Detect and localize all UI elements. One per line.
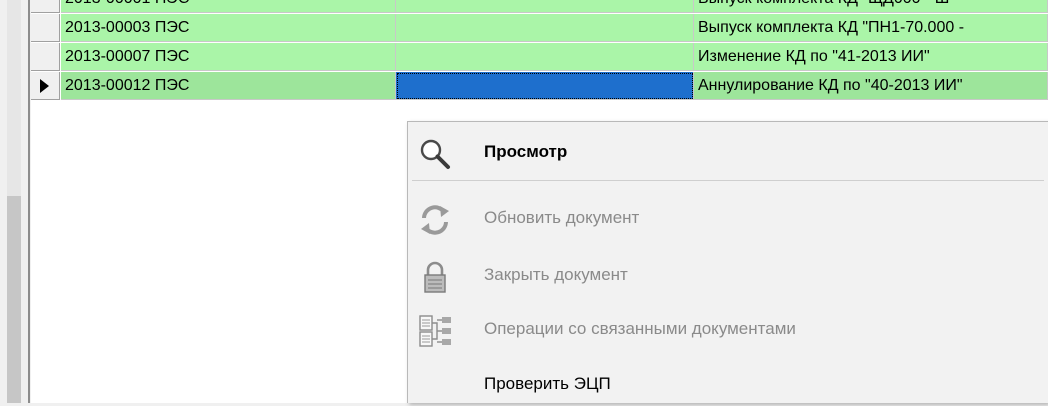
row-indicator[interactable] bbox=[31, 72, 60, 100]
table-row-selected[interactable]: 2013-00012 ПЭС Аннулирование КД по "40-2… bbox=[31, 72, 1048, 101]
menu-item-label: Операции со связанными документами bbox=[484, 319, 796, 338]
cell-focused[interactable] bbox=[396, 72, 694, 100]
cell-number[interactable]: 2013-00003 ПЭС bbox=[61, 14, 396, 42]
menu-item-label: Обновить документ bbox=[484, 208, 640, 227]
table-row[interactable]: 2013-00001 ПЭС Выпуск комплекта КД "ЩД00… bbox=[31, 0, 1048, 14]
menu-item-linked-documents[interactable]: Операции со связанными документами bbox=[408, 307, 1048, 351]
cell-empty[interactable] bbox=[396, 14, 694, 42]
menu-item-label: Проверить ЭЦП bbox=[484, 374, 611, 393]
cell-description[interactable]: Аннулирование КД по "40-2013 ИИ" bbox=[694, 72, 1048, 100]
cell-description[interactable]: Выпуск комплекта КД "ЩД000 - Ш bbox=[694, 0, 1048, 13]
menu-item-close-document[interactable]: Закрыть документ bbox=[408, 253, 1048, 297]
menu-item-verify-signature[interactable]: Проверить ЭЦП bbox=[408, 362, 1048, 406]
cell-number[interactable]: 2013-00007 ПЭС bbox=[61, 43, 396, 71]
magnifier-icon bbox=[420, 139, 450, 169]
cell-empty[interactable] bbox=[396, 0, 694, 13]
cell-empty[interactable] bbox=[396, 43, 694, 71]
grid-border bbox=[28, 0, 30, 403]
context-menu: Просмотр Обновить документ Закрыть докум… bbox=[407, 121, 1048, 403]
menu-item-label: Закрыть документ bbox=[484, 265, 628, 284]
current-row-arrow-icon bbox=[40, 79, 49, 93]
table-row[interactable]: 2013-00007 ПЭС Изменение КД по "41-2013 … bbox=[31, 43, 1048, 72]
menu-item-view[interactable]: Просмотр bbox=[408, 130, 1048, 174]
row-indicator[interactable] bbox=[31, 0, 60, 13]
cell-description[interactable]: Изменение КД по "41-2013 ИИ" bbox=[694, 43, 1048, 71]
cell-number[interactable]: 2013-00001 ПЭС bbox=[61, 0, 396, 13]
refresh-icon bbox=[421, 205, 449, 235]
menu-item-refresh-document[interactable]: Обновить документ bbox=[408, 196, 1048, 240]
lock-icon bbox=[424, 261, 446, 293]
table-row[interactable]: 2013-00003 ПЭС Выпуск комплекта КД "ПН1-… bbox=[31, 14, 1048, 43]
cell-number[interactable]: 2013-00012 ПЭС bbox=[61, 72, 396, 100]
row-indicator[interactable] bbox=[31, 14, 60, 42]
vertical-scrollbar-thumb[interactable] bbox=[7, 196, 21, 403]
menu-separator bbox=[412, 180, 1044, 181]
menu-item-label: Просмотр bbox=[484, 142, 568, 161]
linked-documents-icon bbox=[419, 315, 451, 347]
row-indicator[interactable] bbox=[31, 43, 60, 71]
cell-description[interactable]: Выпуск комплекта КД "ПН1-70.000 - bbox=[694, 14, 1048, 42]
